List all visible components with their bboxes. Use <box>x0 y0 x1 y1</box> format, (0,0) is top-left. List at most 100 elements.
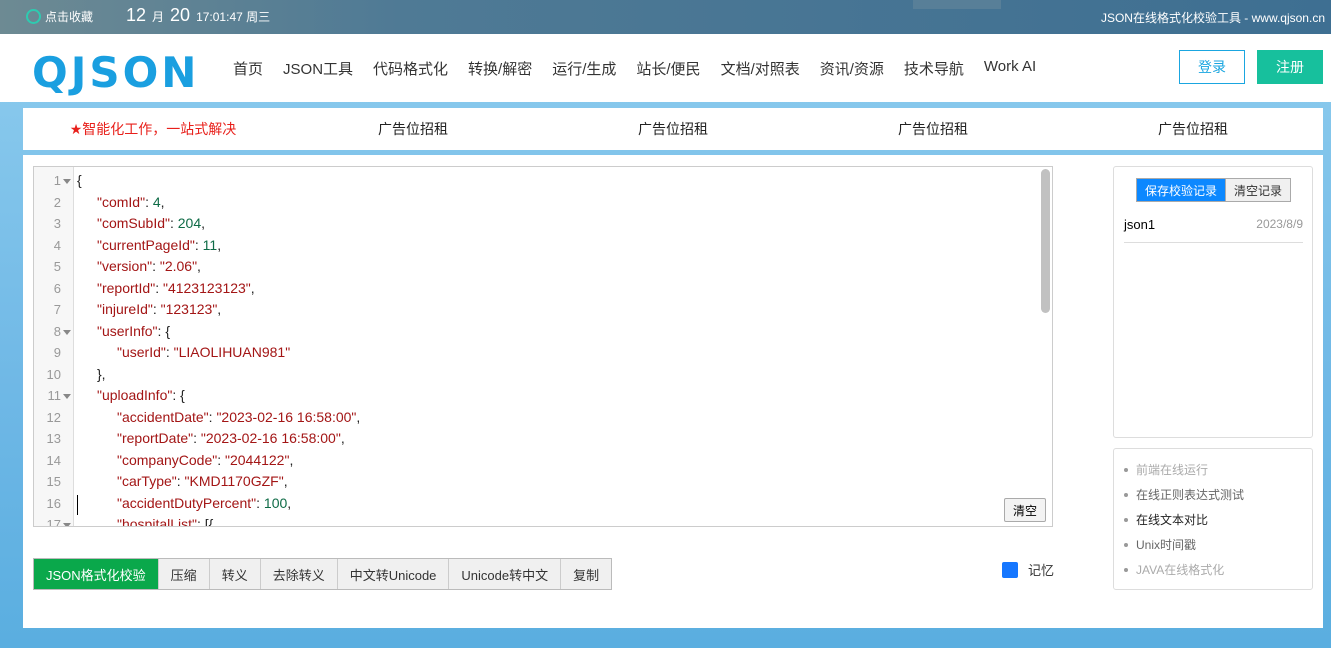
link-label: JAVA在线格式化 <box>1136 563 1225 577</box>
code-line: "carType": "KMD1170GZF", <box>117 473 288 489</box>
nav-item[interactable]: JSON工具 <box>283 58 353 79</box>
json-key: "hospitalList" <box>117 516 197 527</box>
punct: , <box>283 473 288 489</box>
link-label: 在线文本对比 <box>1136 513 1209 527</box>
line-number[interactable]: 17 <box>34 514 74 526</box>
toolbar-button[interactable]: 中文转Unicode <box>337 559 450 589</box>
top-bar: 点击收藏 12 月 20 17:01:47 周三 JSON在线格式化校验工具 - ww… <box>0 0 1331 34</box>
json-key: "accidentDutyPercent" <box>117 494 257 511</box>
action-toolbar: JSON格式化校验 压缩 转义 去除转义 中文转Unicode Unicode转中文 复制 <box>33 558 613 590</box>
clock: 12 月 20 17:01:47 周三 <box>126 5 270 26</box>
line-number: 6 <box>53 280 61 296</box>
nav-item[interactable]: 文档/对照表 <box>721 58 800 79</box>
nav-item[interactable]: 资讯/资源 <box>820 58 884 79</box>
code-line: "userId": "LIAOLIHUAN981" <box>117 344 291 360</box>
ad-slot[interactable]: 广告位招租 <box>1063 119 1323 139</box>
line-number: 10 <box>46 366 61 382</box>
save-record-button[interactable]: 保存校验记录 <box>1137 179 1226 201</box>
login-button[interactable]: 登录 <box>1179 50 1245 84</box>
link-label: Unix时间戳 <box>1136 538 1197 552</box>
ad-slot[interactable]: 广告位招租 <box>543 119 803 139</box>
line-number[interactable]: 1 <box>34 170 74 192</box>
toolbar-button[interactable]: Unicode转中文 <box>449 559 562 589</box>
link-item[interactable]: JAVA在线格式化 <box>1124 557 1312 582</box>
clear-records-button[interactable]: 清空记录 <box>1225 179 1291 201</box>
bookmark-link[interactable]: 点击收藏 <box>26 8 93 25</box>
nav-item[interactable]: 运行/生成 <box>552 58 616 79</box>
json-value: "2023-02-16 16:58:00" <box>200 430 341 446</box>
toolbar-button[interactable]: 转义 <box>209 559 261 589</box>
register-button[interactable]: 注册 <box>1257 50 1323 84</box>
nav-item[interactable]: 代码格式化 <box>373 58 448 79</box>
code-line: "userInfo": { <box>97 322 170 339</box>
link-label: 在线正则表达式测试 <box>1136 488 1245 502</box>
ad-slot[interactable]: ★智能化工作，一站式解决 <box>23 119 283 139</box>
ad-slot[interactable]: 广告位招租 <box>283 119 543 139</box>
link-item[interactable]: Unix时间戳 <box>1124 532 1312 557</box>
gear-icon <box>26 9 41 24</box>
punct: }, <box>97 365 106 382</box>
ad-slot[interactable]: 广告位招租 <box>803 119 1063 139</box>
history-item[interactable]: json1 2023/8/9 <box>1124 217 1303 243</box>
logo[interactable]: QJSON <box>32 48 199 97</box>
code-line: { <box>77 170 360 192</box>
memory-label: 记忆 <box>1028 563 1055 578</box>
punct: , <box>217 301 222 317</box>
header: QJSON 首页 JSON工具 代码格式化 转换/解密 运行/生成 站长/便民 文档/对照表… <box>0 34 1331 102</box>
month-unit: 月 <box>152 10 165 24</box>
json-key: "reportId" <box>97 279 156 296</box>
json-value: "2023-02-16 16:58:00" <box>216 408 357 425</box>
bullet-icon <box>1124 517 1128 522</box>
month: 12 <box>126 5 147 25</box>
json-value: "KMD1170GZF" <box>184 473 284 489</box>
json-value: "2.06" <box>159 258 198 274</box>
line-number: 7 <box>53 302 61 317</box>
link-item[interactable]: 在线正则表达式测试 <box>1124 482 1312 507</box>
nav-item[interactable]: Work AI <box>984 58 1036 79</box>
nav-item[interactable]: 技术导航 <box>904 58 964 79</box>
link-item[interactable]: 前端在线运行 <box>1124 457 1312 482</box>
history-name: json1 <box>1124 217 1156 232</box>
line-number: 14 <box>46 452 61 468</box>
json-key: "currentPageId" <box>97 236 195 253</box>
code-area[interactable]: {"comId": 4, "comSubId": 204, "currentPage… <box>77 170 361 527</box>
code-line: "accidentDutyPercent": 100, <box>117 494 292 511</box>
line-number: 16 <box>46 495 61 511</box>
toolbar-button[interactable]: 压缩 <box>158 559 210 589</box>
decoration <box>913 0 1001 9</box>
code-line: "reportId": "4123123123", <box>97 279 255 296</box>
clear-button[interactable]: 清空 <box>1004 498 1046 522</box>
line-number: 13 <box>46 431 61 446</box>
memory-toggle[interactable]: 记忆 <box>1002 560 1054 579</box>
code-line: }, <box>77 364 360 386</box>
history-date: 2023/8/9 <box>1256 217 1303 231</box>
code-line: "currentPageId": 11, <box>97 236 222 253</box>
nav-item[interactable]: 转换/解密 <box>468 58 532 79</box>
code-line: "hospitalList": [{ <box>77 514 360 527</box>
json-key: "reportDate" <box>117 430 194 446</box>
line-number[interactable]: 11 <box>34 385 74 407</box>
bullet-icon <box>1124 542 1128 547</box>
code-line: "accidentDate": "2023-02-16 16:58:00", <box>117 408 361 425</box>
punct: , <box>356 408 361 425</box>
punct: , <box>217 236 222 253</box>
scrollbar[interactable] <box>1041 169 1050 313</box>
toolbar-button[interactable]: JSON格式化校验 <box>34 559 159 589</box>
link-item[interactable]: 在线文本对比 <box>1124 507 1312 532</box>
nav-item[interactable]: 站长/便民 <box>636 58 700 79</box>
main-nav: 首页 JSON工具 代码格式化 转换/解密 运行/生成 站长/便民 文档/对照表 资讯/资源技… <box>233 58 1036 79</box>
checkbox[interactable] <box>1002 561 1018 578</box>
json-editor[interactable]: 1 2 3 4 5 6 7 8 9 10 11 12 13 14 15 16 17 {"comId": 4, "c… <box>33 166 1053 527</box>
punct: , <box>201 215 206 231</box>
json-value: "LIAOLIHUAN981" <box>173 344 291 360</box>
punct: , <box>289 451 294 468</box>
punct: , <box>160 193 165 210</box>
bullet-icon <box>1124 467 1128 472</box>
nav-item[interactable]: 首页 <box>233 58 263 79</box>
line-gutter: 1 2 3 4 5 6 7 8 9 10 11 12 13 14 15 16 17 <box>34 167 74 526</box>
toolbar-button[interactable]: 复制 <box>561 559 612 589</box>
line-number[interactable]: 8 <box>34 321 74 343</box>
code-line: "version": "2.06", <box>97 258 201 274</box>
text-cursor <box>77 495 78 515</box>
toolbar-button[interactable]: 去除转义 <box>260 559 338 589</box>
